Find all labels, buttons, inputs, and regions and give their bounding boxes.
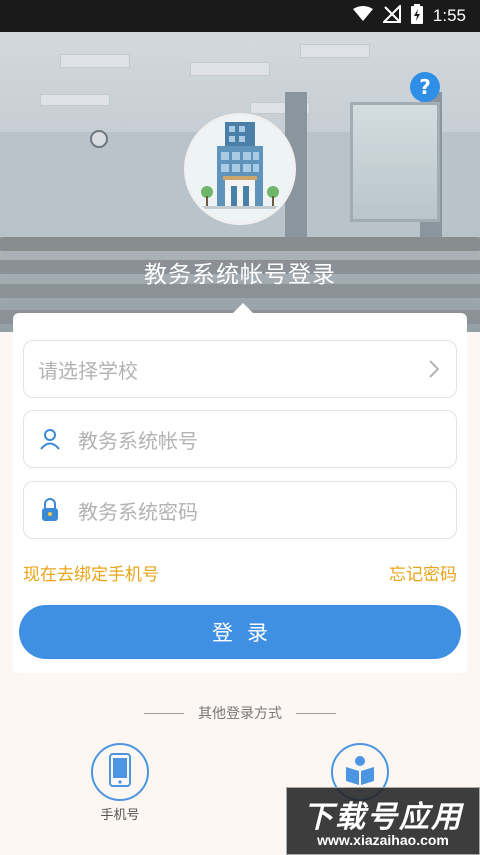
help-button[interactable]: ? xyxy=(410,72,440,102)
lock-icon xyxy=(38,498,62,522)
school-select[interactable]: 请选择学校 xyxy=(23,340,457,398)
book-reader-icon xyxy=(344,755,376,789)
status-time: 1:55 xyxy=(432,6,466,25)
school-building-icon xyxy=(184,113,296,225)
other-login-divider: 其他登录方式 xyxy=(0,703,480,723)
watermark-logo: 下载号应用 www.xiazaihao.com xyxy=(286,787,480,855)
help-icon: ? xyxy=(419,75,431,99)
login-card: 请选择学校 教务系统帐号 教务系统密码 现在去绑定手机号 忘记密码 登录 xyxy=(13,303,467,673)
battery-charging-icon xyxy=(410,4,423,28)
login-button[interactable]: 登录 xyxy=(19,605,461,659)
watermark-site: www.xiazaihao.com xyxy=(317,832,449,848)
account-field-placeholder: 教务系统帐号 xyxy=(78,428,198,453)
password-field-placeholder: 教务系统密码 xyxy=(78,499,198,524)
forgot-password-link[interactable]: 忘记密码 xyxy=(389,560,457,585)
wifi-icon xyxy=(352,6,373,26)
chevron-right-icon xyxy=(428,359,440,383)
phone-login-label: 手机号 xyxy=(100,808,140,823)
user-icon xyxy=(38,427,62,451)
no-signal-icon xyxy=(381,3,401,27)
phone-icon xyxy=(109,753,131,791)
account-field[interactable]: 教务系统帐号 xyxy=(23,410,457,468)
bind-phone-link[interactable]: 现在去绑定手机号 xyxy=(23,560,159,585)
password-field[interactable]: 教务系统密码 xyxy=(23,481,457,539)
school-select-placeholder: 请选择学校 xyxy=(38,358,138,383)
watermark-title: 下载号应用 xyxy=(303,800,463,835)
other-login-label: 其他登录方式 xyxy=(198,706,282,722)
phone-login-button[interactable] xyxy=(91,743,149,801)
status-bar: 1:55 xyxy=(0,0,480,32)
page-title: 教务系统帐号登录 xyxy=(144,262,336,288)
